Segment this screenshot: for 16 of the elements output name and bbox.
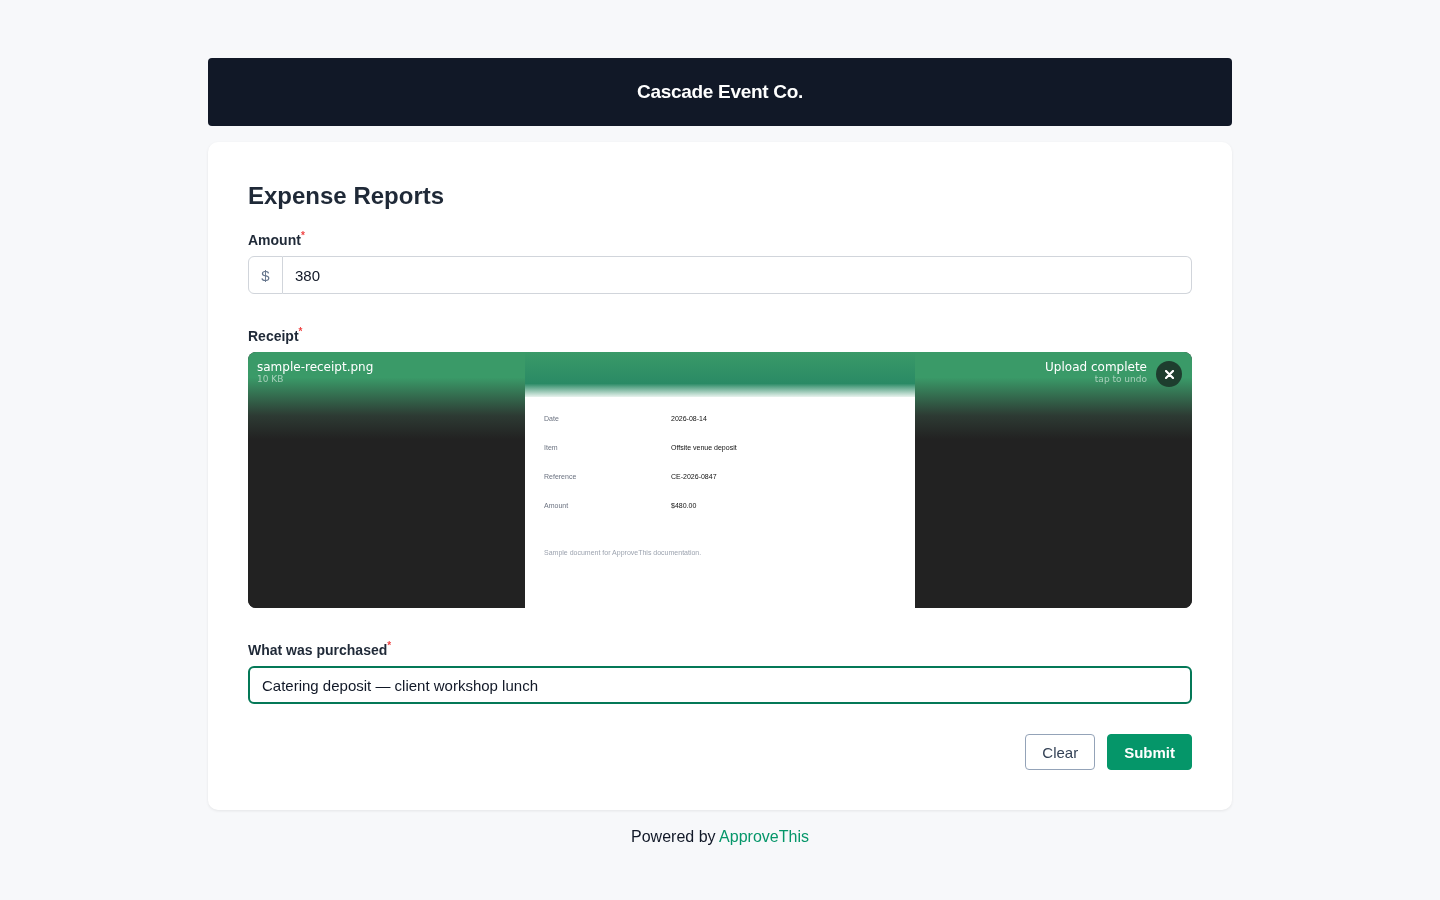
file-name: sample-receipt.png — [257, 360, 374, 374]
powered-by-text: Powered by — [631, 828, 717, 845]
upload-status: Upload complete — [1045, 360, 1147, 374]
undo-hint: tap to undo — [1094, 374, 1147, 384]
close-icon — [1164, 369, 1174, 379]
app-title: Cascade Event Co. — [637, 81, 803, 103]
field-label: Amount$^{*}$ — [248, 230, 305, 248]
clear-button[interactable]: Clear — [1025, 734, 1096, 770]
amount-field[interactable]: 380 — [283, 256, 1192, 294]
submit-button[interactable]: Submit — [1107, 734, 1192, 770]
form-title: Expense Reports — [248, 182, 446, 210]
approvethis-link[interactable]: ApproveThis — [719, 828, 809, 845]
field-label: Receipt$^{*}$ — [248, 326, 303, 344]
purchase-field[interactable]: Catering deposit — client workshop lunch — [248, 666, 1192, 704]
field-label: What was purchased$^{*}$ — [248, 640, 392, 658]
file-size: 10 KB — [257, 374, 285, 384]
